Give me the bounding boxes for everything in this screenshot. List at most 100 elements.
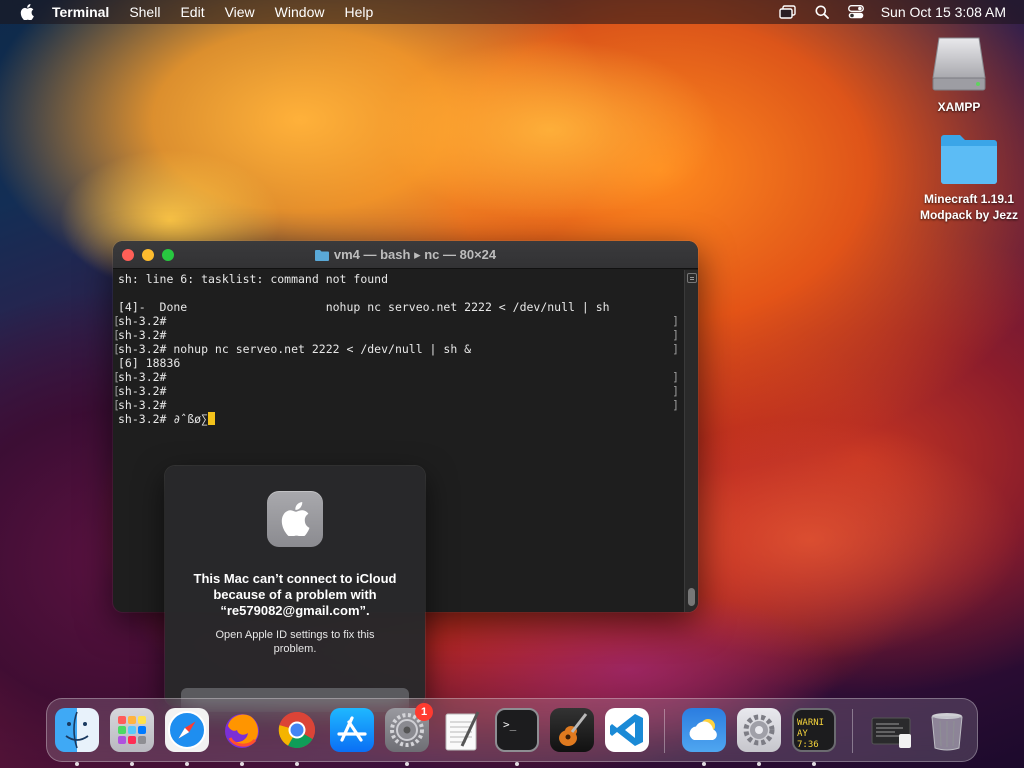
trash-icon xyxy=(925,708,969,752)
mark-bracket: ] xyxy=(672,398,679,412)
terminal-line-text: sh-3.2# xyxy=(118,370,167,384)
terminal-line-marked: [sh-3.2#] xyxy=(113,384,679,398)
desktop-item-label-line1: Minecraft 1.19.1 xyxy=(923,192,1015,206)
icloud-alert-dialog[interactable]: This Mac can’t connect to iCloud because… xyxy=(165,466,425,712)
menu-app-name[interactable]: Terminal xyxy=(52,0,109,24)
mark-bracket: ] xyxy=(672,314,679,328)
terminal-line-marked: [sh-3.2#] xyxy=(113,314,679,328)
terminal-line: sh: line 6: tasklist: command not found xyxy=(118,272,389,286)
desktop-item-label-line2: Modpack by Jezz xyxy=(919,208,1019,222)
running-indicator xyxy=(240,762,244,766)
spotlight-search-icon[interactable] xyxy=(813,3,831,21)
apple-menu-icon[interactable] xyxy=(18,0,36,24)
menu-view[interactable]: View xyxy=(225,0,255,24)
dock-separator xyxy=(852,709,853,753)
running-indicator xyxy=(702,762,706,766)
mark-bracket: [ xyxy=(113,328,120,342)
menu-window[interactable]: Window xyxy=(275,0,325,24)
terminal-icon: >_ xyxy=(495,708,539,752)
mark-bracket: ] xyxy=(672,370,679,384)
terminal-line-marked: [sh-3.2#] xyxy=(113,370,679,384)
terminal-line: [6] 18836 xyxy=(118,356,181,370)
dock-item-garageband[interactable] xyxy=(548,706,596,754)
disk-icon xyxy=(929,34,989,96)
menu-help[interactable]: Help xyxy=(344,0,373,24)
running-indicator xyxy=(515,762,519,766)
mark-bracket: [ xyxy=(113,370,120,384)
terminal-line-text: sh-3.2# nohup nc serveo.net 2222 < /dev/… xyxy=(118,342,472,356)
console-icon-text-line2: AY 7:36 xyxy=(797,729,819,750)
dock-item-trash[interactable] xyxy=(923,706,971,754)
desktop-item-label: XAMPP xyxy=(937,100,981,114)
terminal-line-text: sh-3.2# xyxy=(118,328,167,342)
dock-item-chrome[interactable] xyxy=(273,706,321,766)
terminal-line-marked: [sh-3.2#] xyxy=(113,328,679,342)
console-icon: WARNI AY 7:36 xyxy=(792,708,836,752)
terminal-line: [4]- Done nohup nc serveo.net 2222 < /de… xyxy=(118,300,610,314)
dock-item-app-store[interactable] xyxy=(328,706,376,754)
control-center-icon[interactable] xyxy=(847,3,865,21)
terminal-line-text: sh-3.2# ∂ˆßø∑ xyxy=(118,412,209,426)
mark-bracket: [ xyxy=(113,314,120,328)
running-indicator xyxy=(295,762,299,766)
mark-bracket: [ xyxy=(113,384,120,398)
safari-icon xyxy=(165,708,209,752)
vertical-scrollbar[interactable] xyxy=(684,270,698,612)
dock-separator xyxy=(664,709,665,753)
dock-item-system-settings[interactable] xyxy=(735,706,783,766)
dock-item-system-preferences[interactable]: 1 xyxy=(383,703,433,766)
garageband-icon xyxy=(550,708,594,752)
terminal-line-text: sh-3.2# xyxy=(118,398,167,412)
window-titlebar[interactable]: vm4 — bash ▸ nc — 80×24 xyxy=(113,241,698,269)
window-close-button[interactable] xyxy=(122,249,134,261)
app-store-icon xyxy=(330,708,374,752)
dock-item-vscode[interactable] xyxy=(603,706,651,754)
firefox-icon xyxy=(220,708,264,752)
terminal-prompt-line[interactable]: sh-3.2# ∂ˆßø∑ xyxy=(118,412,679,426)
document-preview-icon xyxy=(869,708,913,752)
svg-text:>_: >_ xyxy=(503,718,517,731)
terminal-line-text: sh-3.2# xyxy=(118,314,167,328)
notification-badge: 1 xyxy=(415,703,433,721)
terminal-line-marked: [sh-3.2# nohup nc serveo.net 2222 < /dev… xyxy=(113,342,679,356)
alert-headline: This Mac can’t connect to iCloud because… xyxy=(193,571,397,618)
mark-bracket: [ xyxy=(113,342,120,356)
dock-item-safari[interactable] xyxy=(163,706,211,766)
dock-item-console[interactable]: WARNI AY 7:36 xyxy=(790,706,838,766)
window-minimize-button[interactable] xyxy=(142,249,154,261)
settings-gear-icon xyxy=(737,708,781,752)
apple-logo-icon xyxy=(267,491,323,547)
terminal-line-text: sh-3.2# xyxy=(118,384,167,398)
dock-item-recent-document[interactable] xyxy=(867,706,915,754)
dock-item-weather[interactable] xyxy=(680,706,728,766)
window-zoom-button[interactable] xyxy=(162,249,174,261)
dock-item-finder[interactable] xyxy=(53,706,101,766)
dock-item-textedit[interactable] xyxy=(438,706,486,754)
console-icon-text-line1: WARNI xyxy=(797,718,825,728)
screen-mirroring-icon[interactable] xyxy=(779,3,797,21)
finder-icon xyxy=(55,708,99,752)
dock-item-launchpad[interactable] xyxy=(108,706,156,766)
desktop-item-xampp[interactable]: XAMPP xyxy=(904,34,1014,115)
mark-bracket: ] xyxy=(672,328,679,342)
desktop-item-minecraft-modpack[interactable]: Minecraft 1.19.1 Modpack by Jezz xyxy=(914,128,1024,223)
dock: 1 >_ WARNI AY 7:36 xyxy=(46,698,978,766)
menu-bar-clock[interactable]: Sun Oct 15 3:08 AM xyxy=(881,4,1006,20)
menu-shell[interactable]: Shell xyxy=(129,0,160,24)
scrollbar-menu-icon[interactable] xyxy=(687,273,697,283)
mark-bracket: ] xyxy=(672,342,679,356)
running-indicator xyxy=(185,762,189,766)
window-title: vm4 — bash ▸ nc — 80×24 xyxy=(333,246,497,262)
alert-message: Open Apple ID settings to fix this probl… xyxy=(215,629,375,655)
dock-item-terminal[interactable]: >_ xyxy=(493,706,541,766)
mark-bracket: ] xyxy=(672,384,679,398)
folder-icon xyxy=(314,249,329,261)
dock-item-firefox[interactable] xyxy=(218,706,266,766)
mark-bracket: [ xyxy=(113,398,120,412)
scrollbar-thumb[interactable] xyxy=(688,588,695,606)
textedit-icon xyxy=(440,708,484,752)
vscode-icon xyxy=(605,708,649,752)
menu-edit[interactable]: Edit xyxy=(180,0,204,24)
running-indicator xyxy=(757,762,761,766)
